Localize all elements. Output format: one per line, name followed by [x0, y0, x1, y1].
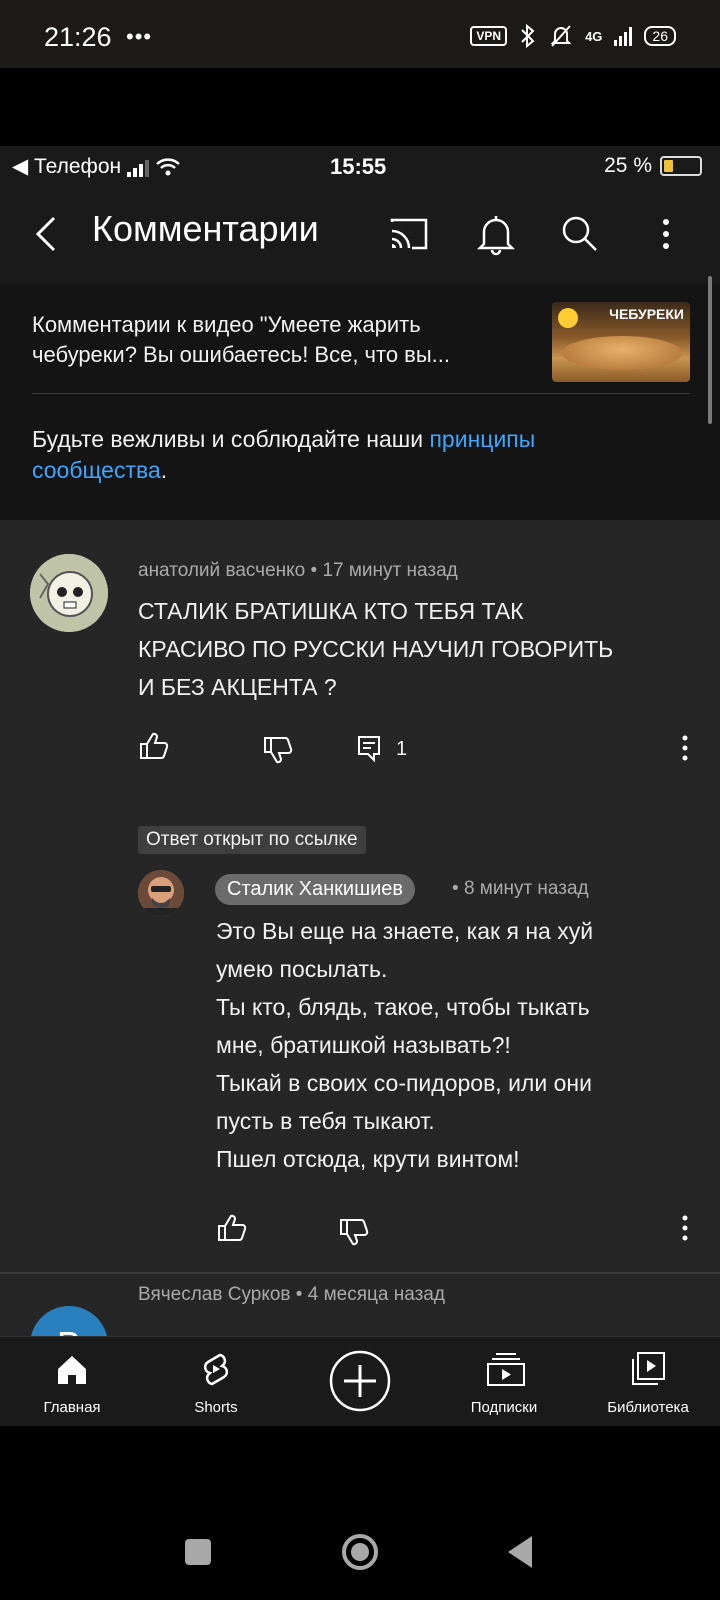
avatar[interactable] — [30, 554, 108, 632]
laughing-emoji-icon — [558, 308, 578, 328]
community-rules-text: Будьте вежливы и соблюдайте наши принцип… — [32, 424, 672, 486]
notification-dots: ••• — [126, 24, 153, 49]
comment-line: И БЕЗ АКЦЕНТА ? — [138, 674, 337, 700]
android-status-icons: VPN 4G 26 — [470, 24, 676, 48]
reply-line: Пшел отсюда, крути винтом! — [216, 1146, 520, 1172]
notifications-bell-icon[interactable] — [474, 212, 518, 256]
reply-time: 8 минут назад — [463, 878, 589, 899]
nav-library-label: Библиотека — [607, 1399, 689, 1416]
comment-more-icon[interactable] — [672, 732, 698, 764]
cast-icon[interactable] — [388, 212, 432, 256]
android-battery: 26 — [644, 26, 676, 46]
reply-more-icon[interactable] — [672, 1212, 698, 1244]
battery-fill — [664, 160, 673, 172]
nav-create[interactable] — [300, 1337, 420, 1427]
reply-avatar[interactable] — [138, 870, 184, 916]
wifi-icon — [156, 157, 180, 175]
app-header: Комментарии — [0, 186, 720, 284]
back-icon[interactable] — [26, 212, 70, 256]
android-clock: 21:26 — [44, 22, 112, 52]
nav-subscriptions-label: Подписки — [470, 1399, 538, 1416]
signal-icon — [614, 26, 633, 46]
bottom-navigation: Главная Shorts Подписки Библиотека — [0, 1336, 720, 1426]
home-button-icon[interactable] — [340, 1532, 380, 1572]
network-type: 4G — [585, 28, 603, 44]
scrollbar[interactable] — [708, 276, 712, 424]
nav-home[interactable]: Главная — [12, 1337, 132, 1427]
like-icon[interactable] — [138, 730, 170, 762]
home-icon — [58, 1356, 86, 1384]
shorts-icon — [203, 1353, 229, 1386]
subscriptions-icon — [487, 1353, 525, 1386]
ios-battery-icon — [660, 156, 702, 176]
comments-info-panel: Комментарии к видео "Умеете жарить чебур… — [0, 284, 720, 520]
thumbnail-label: ЧЕБУРЕКИ — [609, 306, 684, 322]
video-thumbnail[interactable]: ЧЕБУРЕКИ — [552, 302, 690, 382]
page-title: Комментарии — [92, 208, 319, 249]
comment-separator — [0, 1272, 720, 1274]
ios-clock: 15:55 — [330, 154, 387, 179]
rules-text: Будьте вежливы и соблюдайте наши — [32, 426, 430, 452]
nav-home-label: Главная — [43, 1399, 101, 1416]
nav-library[interactable]: Библиотека — [588, 1337, 708, 1427]
back-to-app-label[interactable]: ◀ Телефон — [12, 154, 121, 179]
mute-bell-icon — [550, 25, 572, 47]
nav-shorts[interactable]: Shorts — [156, 1337, 276, 1427]
comment-author[interactable]: анатолий васченко — [138, 560, 305, 581]
reply-meta: • 8 минут назад — [452, 878, 589, 900]
reply-line: пусть в тебя тыкают. — [216, 1108, 435, 1134]
reply-line: Ты кто, блядь, такое, чтобы тыкать — [216, 994, 590, 1020]
reply-text: Это Вы еще на знаете, как я на хуй умею … — [216, 912, 593, 1178]
nav-shorts-label: Shorts — [194, 1399, 238, 1416]
meta-separator: • — [452, 878, 459, 899]
reply-count: 1 — [396, 738, 408, 760]
bluetooth-icon — [521, 24, 535, 48]
channel-owner-chip[interactable]: Сталик Ханкишиев — [215, 874, 416, 905]
reply-line: умею посылать. — [216, 956, 388, 982]
chebureki-image — [562, 336, 682, 370]
avatar-letter: В — [30, 1306, 108, 1336]
comment-text: СТАЛИК БРАТИШКА КТО ТЕБЯ ТАК КРАСИВО ПО … — [138, 592, 613, 706]
ios-battery-text: 25 % — [604, 154, 652, 177]
ios-carrier: ◀ Телефон — [12, 154, 181, 179]
reply-like-icon[interactable] — [216, 1212, 248, 1244]
more-options-icon[interactable] — [644, 212, 688, 256]
comment-time: 4 месяца назад — [307, 1284, 445, 1305]
back-button-icon[interactable] — [506, 1534, 536, 1570]
library-icon — [632, 1352, 665, 1385]
avatar[interactable]: В — [30, 1306, 108, 1336]
recents-icon[interactable] — [184, 1538, 212, 1566]
reply-dislike-icon[interactable] — [338, 1216, 370, 1248]
comment-time: 17 минут назад — [322, 560, 458, 581]
comment-line: КРАСИВО ПО РУССКИ НАУЧИЛ ГОВОРИТЬ — [138, 636, 614, 662]
reply-icon[interactable] — [356, 734, 382, 762]
dislike-icon[interactable] — [262, 734, 294, 766]
comments-list: анатолий васченко • 17 минут назад СТАЛИ… — [0, 520, 720, 1336]
nav-subscriptions[interactable]: Подписки — [444, 1337, 564, 1427]
video-caption[interactable]: Комментарии к видео "Умеете жарить чебур… — [32, 310, 512, 370]
ios-signal-icon — [127, 157, 150, 177]
ios-battery-group: 25 % — [604, 154, 702, 178]
comment-line: СТАЛИК БРАТИШКА КТО ТЕБЯ ТАК — [138, 598, 524, 624]
cartoon-avatar-image — [30, 554, 108, 632]
ios-status-bar: ◀ Телефон 15:55 25 % — [0, 146, 720, 186]
comment-meta: Вячеслав Сурков • 4 месяца назад — [138, 1284, 445, 1306]
divider — [32, 393, 690, 394]
linked-reply-badge: Ответ открыт по ссылке — [138, 826, 366, 854]
search-icon[interactable] — [558, 212, 602, 256]
comment-meta: анатолий васченко • 17 минут назад — [138, 560, 458, 582]
meta-separator: • — [295, 1284, 303, 1305]
reply-line: Тыкай в своих со-пидоров, или они — [216, 1070, 592, 1096]
android-status-bar: 21:26 ••• VPN 4G 26 — [0, 0, 720, 68]
android-navigation-bar — [0, 1504, 720, 1600]
vpn-icon: VPN — [470, 26, 508, 46]
comment-author[interactable]: Вячеслав Сурков — [138, 1284, 291, 1305]
create-plus-icon — [329, 1350, 391, 1412]
reply-line: мне, братишкой называть?! — [216, 1032, 511, 1058]
rules-end: . — [160, 457, 168, 483]
author-photo — [138, 870, 184, 916]
reply-line: Это Вы еще на знаете, как я на хуй — [216, 918, 594, 944]
meta-separator: • — [310, 560, 318, 581]
